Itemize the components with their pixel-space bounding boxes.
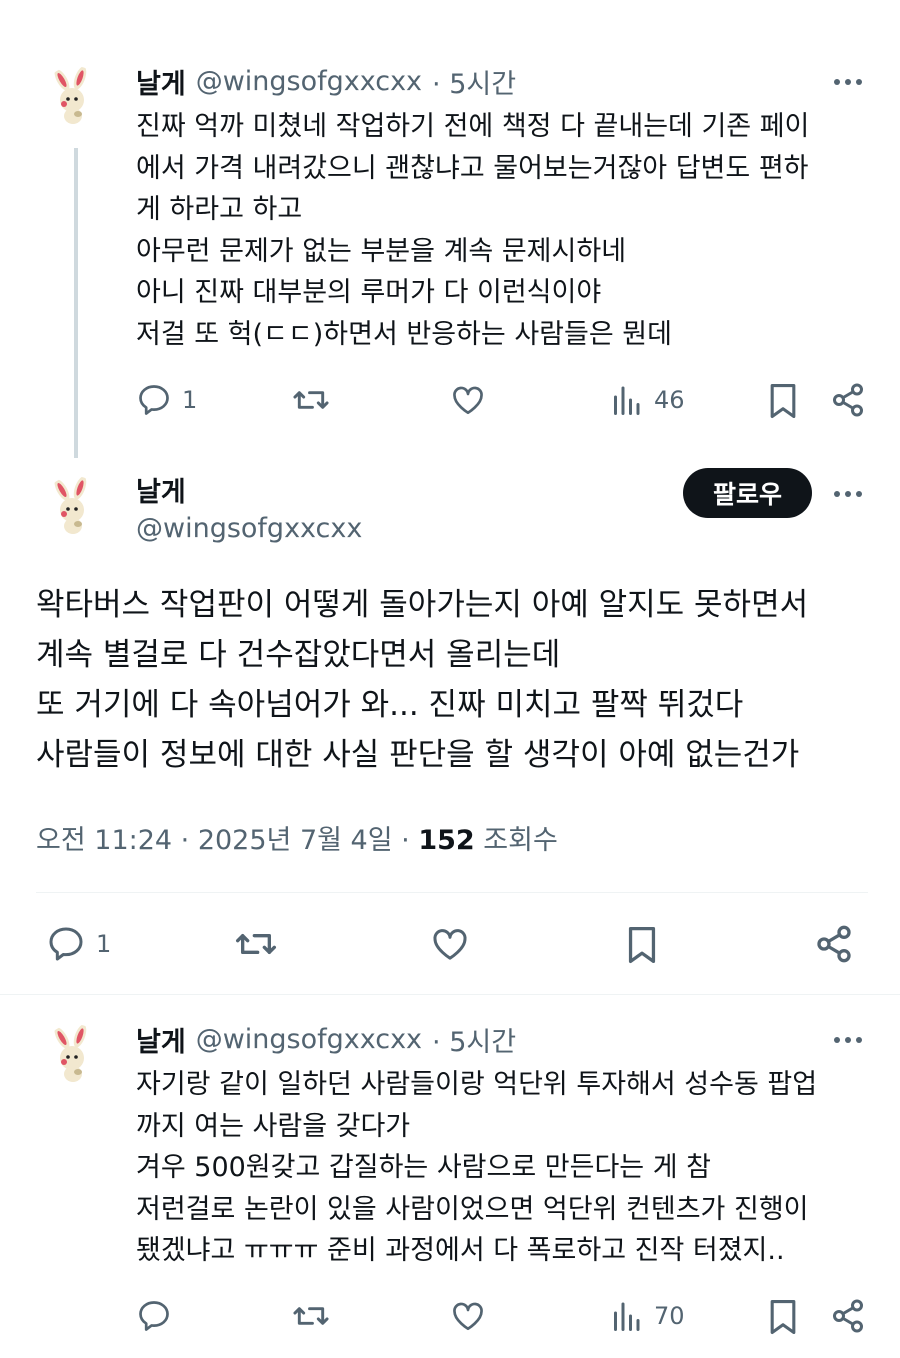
author-name[interactable]: 날게 bbox=[136, 470, 186, 509]
share-button[interactable] bbox=[830, 1298, 866, 1334]
tweet-meta: 오전 11:24 · 2025년 7월 4일 · 152 조회수 bbox=[36, 818, 558, 857]
tweet-text: 자기랑 같이 일하던 사람들이랑 억단위 투자해서 성수동 팝업 까지 여는 사… bbox=[136, 1069, 818, 1266]
share-icon bbox=[817, 925, 851, 963]
retweet-icon bbox=[293, 391, 329, 409]
reply-count: 1 bbox=[182, 386, 198, 414]
like-button[interactable] bbox=[450, 1298, 486, 1334]
divider bbox=[0, 994, 900, 995]
reply-icon bbox=[49, 927, 83, 961]
tweet-time[interactable]: · 5시간 bbox=[432, 62, 516, 101]
more-icon[interactable] bbox=[834, 491, 862, 497]
author-handle[interactable]: @wingsofgxxcxx bbox=[196, 66, 422, 97]
follow-button[interactable]: 팔로우 bbox=[683, 468, 812, 518]
avatar-image bbox=[54, 66, 87, 124]
bookmark-icon bbox=[770, 1300, 796, 1334]
more-icon[interactable] bbox=[834, 1037, 862, 1043]
more-icon[interactable] bbox=[834, 79, 862, 85]
share-button[interactable] bbox=[814, 924, 854, 964]
retweet-button[interactable] bbox=[234, 924, 278, 964]
bookmark-button[interactable] bbox=[624, 924, 660, 966]
tweet-timestamp[interactable]: 오전 11:24 · 2025년 7월 4일 · bbox=[36, 825, 418, 856]
share-button[interactable] bbox=[830, 382, 866, 418]
views-icon bbox=[614, 1302, 640, 1331]
views-button[interactable]: 46 bbox=[608, 382, 685, 418]
view-label: 조회수 bbox=[483, 825, 558, 856]
retweet-button[interactable] bbox=[292, 1298, 330, 1334]
tweet-header: 날게 @wingsofgxxcxx · 5시간 bbox=[136, 62, 516, 101]
avatar-image bbox=[54, 1024, 87, 1082]
views-button[interactable]: 70 bbox=[608, 1298, 685, 1334]
main-tweet-text: 왁타버스 작업판이 어떻게 돌아가는지 아예 알지도 못하면서 계속 별걸로 다… bbox=[36, 587, 809, 773]
like-icon bbox=[453, 1302, 483, 1331]
reply-icon bbox=[139, 385, 169, 415]
reply-count: 1 bbox=[96, 930, 112, 958]
thread-line bbox=[74, 148, 78, 458]
avatar[interactable] bbox=[42, 476, 106, 540]
divider bbox=[36, 892, 868, 893]
views-icon bbox=[614, 386, 640, 415]
author-handle[interactable]: @wingsofgxxcxx bbox=[196, 1024, 422, 1055]
like-button[interactable] bbox=[430, 924, 470, 964]
tweet-header: 날게 @wingsofgxxcxx · 5시간 bbox=[136, 1020, 516, 1059]
avatar-image bbox=[54, 476, 87, 534]
views-count: 46 bbox=[654, 386, 685, 414]
reply-icon bbox=[139, 1301, 169, 1331]
avatar[interactable] bbox=[42, 66, 106, 130]
bookmark-icon bbox=[770, 383, 796, 418]
like-icon bbox=[433, 929, 467, 960]
share-icon bbox=[833, 1299, 863, 1333]
bookmark-button[interactable] bbox=[766, 1298, 800, 1336]
reply-button[interactable] bbox=[136, 1298, 172, 1334]
author-name[interactable]: 날게 bbox=[136, 62, 186, 101]
bookmark-icon bbox=[628, 927, 656, 963]
retweet-button[interactable] bbox=[292, 382, 330, 418]
reply-button[interactable]: 1 bbox=[46, 924, 111, 964]
view-count: 152 bbox=[418, 825, 475, 856]
tweet-text: 진짜 억까 미쳤네 작업하기 전에 책정 다 끝내는데 기존 페이 에서 가격 … bbox=[136, 111, 810, 350]
views-count: 70 bbox=[654, 1302, 685, 1330]
reply-button[interactable]: 1 bbox=[136, 382, 197, 418]
author-name[interactable]: 날게 bbox=[136, 1020, 186, 1059]
author-handle[interactable]: @wingsofgxxcxx bbox=[136, 513, 362, 544]
share-icon bbox=[833, 383, 863, 417]
retweet-icon bbox=[236, 934, 277, 954]
bookmark-button[interactable] bbox=[766, 382, 800, 420]
like-icon bbox=[453, 386, 483, 415]
like-button[interactable] bbox=[450, 382, 486, 418]
tweet-time[interactable]: · 5시간 bbox=[432, 1020, 516, 1059]
avatar[interactable] bbox=[42, 1024, 106, 1088]
retweet-icon bbox=[293, 1307, 329, 1325]
